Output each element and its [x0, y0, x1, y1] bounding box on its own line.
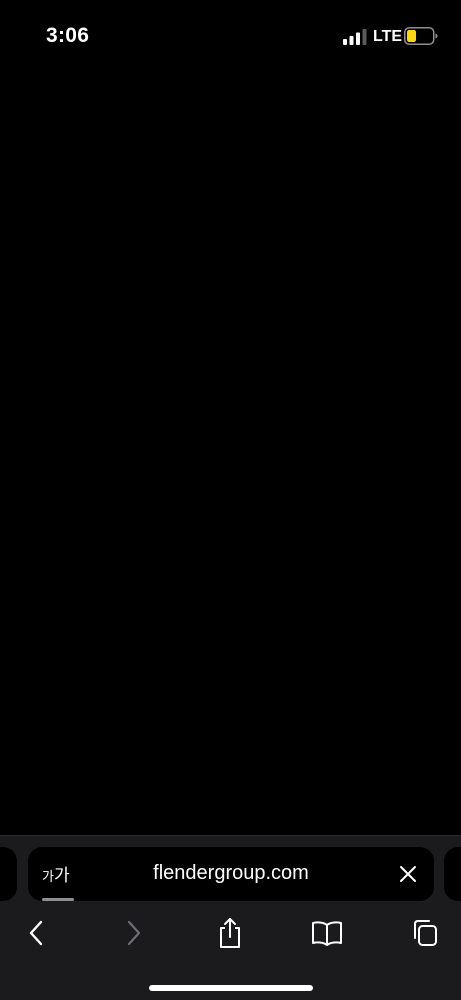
previous-tab-peek[interactable]	[0, 847, 17, 901]
bookmarks-button[interactable]	[307, 916, 347, 950]
address-bar[interactable]: 가가 flendergroup.com	[28, 847, 434, 901]
tabs-icon	[414, 920, 437, 946]
cellular-signal-icon	[343, 29, 367, 45]
back-icon	[29, 920, 43, 946]
status-time: 3:06	[46, 24, 90, 47]
url-text[interactable]: flendergroup.com	[28, 862, 434, 885]
home-indicator[interactable]	[149, 985, 313, 991]
share-icon	[220, 918, 240, 948]
forward-icon	[127, 920, 141, 946]
bookmarks-icon	[312, 921, 342, 946]
share-button[interactable]	[210, 916, 250, 950]
battery-icon	[404, 27, 438, 45]
browser-toolbar: 가가 flendergroup.com	[0, 835, 461, 1000]
back-button[interactable]	[16, 916, 56, 950]
next-tab-peek[interactable]	[444, 847, 461, 901]
network-type: LTE	[373, 28, 403, 45]
forward-button[interactable]	[114, 916, 154, 950]
close-icon[interactable]	[398, 864, 418, 884]
status-bar: 3:06 LTE	[0, 0, 461, 72]
load-progress-bar	[42, 898, 74, 901]
web-page-content[interactable]	[0, 72, 461, 835]
tabs-button[interactable]	[404, 916, 444, 950]
